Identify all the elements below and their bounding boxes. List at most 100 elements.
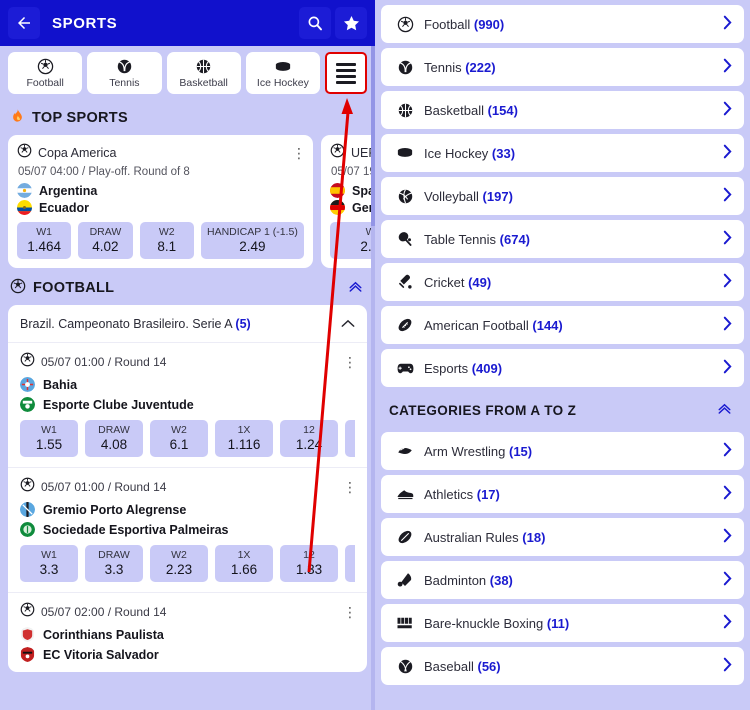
odd-button[interactable]: W2 2.23 <box>150 545 208 582</box>
menu-item-american-football[interactable]: American Football (144) <box>381 306 744 344</box>
odd-button[interactable]: HANDICAP 1 (-1.5) 2.49 <box>200 222 304 259</box>
team-name: Ecuador <box>39 200 90 215</box>
card-header: Copa America ⋮ <box>17 143 306 163</box>
menu-item-football[interactable]: Football (990) <box>381 5 744 43</box>
basketball-icon <box>395 102 415 119</box>
menu-item-bare-knuckle-boxing[interactable]: Bare-knuckle Boxing (11) <box>381 604 744 642</box>
menu-item-volleyball[interactable]: Volleyball (197) <box>381 177 744 215</box>
menu-item-ice-hockey[interactable]: Ice Hockey (33) <box>381 134 744 172</box>
match-header: 05/07 02:00 / Round 14 ⋮ <box>20 602 357 622</box>
odd-button[interactable]: W1 3.3 <box>20 545 78 582</box>
football-icon <box>395 16 415 33</box>
gamepad-icon <box>395 361 415 376</box>
american-football-icon <box>395 316 415 334</box>
sport-tab-tennis[interactable]: Tennis <box>87 52 162 94</box>
menu-item-athletics[interactable]: Athletics (17) <box>381 475 744 513</box>
match-datetime: 05/07 01:00 / Round 14 <box>41 355 167 369</box>
cricket-bat-icon <box>395 273 415 291</box>
bkfc-icon <box>395 616 415 630</box>
odd-button[interactable] <box>345 545 355 582</box>
kebab-menu-icon[interactable]: ⋮ <box>343 354 357 369</box>
menu-item-label: Cricket (49) <box>424 274 492 290</box>
argentina-flag <box>17 183 32 198</box>
team-row: Sociedade Esportiva Palmeiras <box>20 522 355 537</box>
odd-value: 1.24 <box>295 437 323 452</box>
menu-item-esports[interactable]: Esports (409) <box>381 349 744 387</box>
league-name: Brazil. Campeonato Brasileiro. Serie A (… <box>20 316 251 331</box>
categories-az-title: CATEGORIES FROM A TO Z <box>389 402 577 418</box>
odd-button[interactable]: W2 6.1 <box>150 420 208 457</box>
menu-item-label: Tennis (222) <box>424 59 496 75</box>
odd-button[interactable]: W1 2.69 <box>330 222 375 259</box>
team-row: Germa <box>330 200 375 215</box>
league-header[interactable]: Brazil. Campeonato Brasileiro. Serie A (… <box>8 305 367 343</box>
kebab-menu-icon[interactable]: ⋮ <box>343 479 357 494</box>
chevron-right-icon <box>723 442 732 461</box>
hamburger-menu-button[interactable] <box>325 52 367 94</box>
odd-button[interactable]: DRAW 4.02 <box>78 222 133 259</box>
chevron-right-icon <box>723 273 732 292</box>
odd-button[interactable]: W2 8.1 <box>139 222 194 259</box>
kebab-menu-icon[interactable]: ⋮ <box>343 604 357 619</box>
chevron-up-icon[interactable] <box>341 316 355 331</box>
team-row: Spain <box>330 183 375 198</box>
menu-item-arm-wrestling[interactable]: Arm Wrestling (15) <box>381 432 744 470</box>
menu-item-tennis[interactable]: Tennis (222) <box>381 48 744 86</box>
top-sports-card[interactable]: Copa America ⋮ 05/07 04:00 / Play-off. R… <box>8 135 313 268</box>
odd-button[interactable]: 12 1.33 <box>280 545 338 582</box>
odd-value: 3.3 <box>104 562 124 577</box>
menu-item-australian-rules[interactable]: Australian Rules (18) <box>381 518 744 556</box>
odd-button[interactable]: 1X 1.116 <box>215 420 273 457</box>
menu-item-table-tennis[interactable]: Table Tennis (674) <box>381 220 744 258</box>
match-row[interactable]: 05/07 01:00 / Round 14 ⋮ Gremio Porto Al… <box>8 468 367 593</box>
match-row[interactable]: 05/07 01:00 / Round 14 ⋮ Bahia Esporte C… <box>8 343 367 468</box>
football-section-header: FOOTBALL <box>0 268 375 305</box>
menu-item-label: Esports (409) <box>424 360 503 376</box>
odd-button[interactable]: DRAW 3.3 <box>85 545 143 582</box>
odd-key: DRAW <box>89 226 122 238</box>
odd-key: W1 <box>41 424 57 436</box>
star-icon <box>342 14 361 33</box>
top-sports-card[interactable]: UEFA 05/07 19:0 Spain Germa <box>321 135 375 268</box>
team-name: Corinthians Paulista <box>43 627 164 642</box>
odd-value: 1.66 <box>230 562 258 577</box>
odd-button[interactable]: W1 1.464 <box>17 222 72 259</box>
fire-icon <box>10 107 25 128</box>
menu-item-label: Basketball (154) <box>424 102 518 118</box>
favorites-button[interactable] <box>335 7 367 39</box>
odd-value: 2.23 <box>165 562 193 577</box>
menu-item-baseball[interactable]: Baseball (56) <box>381 647 744 685</box>
odd-key: DRAW <box>98 424 130 436</box>
sport-tab-football[interactable]: Football <box>8 52 83 94</box>
team-row: EC Vitoria Salvador <box>20 647 355 662</box>
odd-button[interactable]: W1 1.55 <box>20 420 78 457</box>
sport-tab-ice-hockey[interactable]: Ice Hockey <box>245 52 320 94</box>
back-button[interactable] <box>8 7 40 39</box>
gremio-badge <box>20 502 35 517</box>
search-button[interactable] <box>299 7 331 39</box>
menu-item-label: Ice Hockey (33) <box>424 145 516 161</box>
tennis-ball-icon <box>395 59 415 76</box>
odd-value: 1.55 <box>35 437 63 452</box>
kebab-menu-icon[interactable]: ⋮ <box>292 145 306 160</box>
volleyball-icon <box>395 188 415 205</box>
match-datetime: 05/07 02:00 / Round 14 <box>41 605 167 619</box>
odds-row: W1 1.55 DRAW 4.08 W2 6.1 1X 1.116 12 1.2… <box>20 420 355 457</box>
menu-item-badminton[interactable]: Badminton (38) <box>381 561 744 599</box>
chevron-up-icon[interactable] <box>717 402 732 418</box>
chevron-right-icon <box>723 187 732 206</box>
shuttlecock-icon <box>395 571 415 589</box>
odd-button[interactable] <box>345 420 355 457</box>
match-row[interactable]: 05/07 02:00 / Round 14 ⋮ Corinthians Pau… <box>8 593 367 672</box>
sport-tab-basketball[interactable]: Basketball <box>166 52 241 94</box>
chevron-right-icon <box>723 58 732 77</box>
odd-button[interactable]: 1X 1.66 <box>215 545 273 582</box>
top-sports-carousel[interactable]: Copa America ⋮ 05/07 04:00 / Play-off. R… <box>0 135 375 268</box>
team-name: Sociedade Esportiva Palmeiras <box>43 522 229 537</box>
odd-button[interactable]: 12 1.24 <box>280 420 338 457</box>
menu-item-cricket[interactable]: Cricket (49) <box>381 263 744 301</box>
menu-item-basketball[interactable]: Basketball (154) <box>381 91 744 129</box>
chevron-up-icon[interactable] <box>348 280 363 297</box>
odd-button[interactable]: DRAW 4.08 <box>85 420 143 457</box>
panel-scrollbar-thumb[interactable] <box>371 46 375 226</box>
